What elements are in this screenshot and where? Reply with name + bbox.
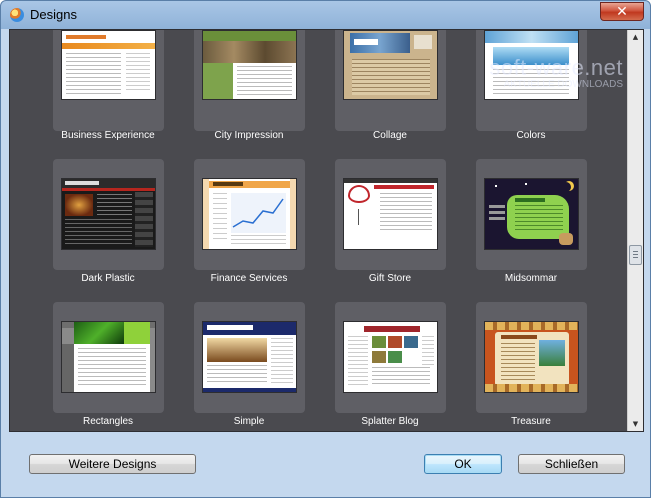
close-window-button[interactable]: ✕ bbox=[600, 2, 644, 21]
scroll-down-arrow-icon[interactable]: ▼ bbox=[628, 417, 643, 431]
design-thumbnail bbox=[62, 179, 155, 249]
design-card-finance-services[interactable] bbox=[194, 159, 305, 270]
scroll-up-arrow-icon[interactable]: ▲ bbox=[628, 30, 643, 44]
design-thumbnail bbox=[344, 31, 437, 99]
designs-dialog: Designs ✕ Business Experience City Impre… bbox=[0, 0, 651, 498]
design-thumbnail bbox=[485, 322, 578, 392]
design-label: Midsommar bbox=[504, 273, 558, 284]
design-label: Colors bbox=[516, 130, 546, 141]
design-label: City Impression bbox=[214, 130, 284, 141]
scroll-thumb[interactable] bbox=[629, 245, 642, 265]
design-thumbnail bbox=[62, 322, 155, 392]
design-label: Finance Services bbox=[210, 273, 288, 284]
design-thumbnail bbox=[203, 31, 296, 99]
design-thumbnail bbox=[485, 31, 578, 99]
design-card-gift-store[interactable] bbox=[335, 159, 446, 270]
window-title: Designs bbox=[30, 7, 77, 22]
design-card-city-impression[interactable] bbox=[194, 30, 305, 131]
design-thumbnail bbox=[62, 31, 155, 99]
design-gallery: Business Experience City Impression Coll… bbox=[9, 29, 644, 432]
design-card-treasure[interactable] bbox=[476, 302, 587, 413]
design-thumbnail bbox=[344, 179, 437, 249]
finance-chart-graphic bbox=[231, 193, 286, 233]
design-card-midsommar[interactable] bbox=[476, 159, 587, 270]
design-card-collage[interactable] bbox=[335, 30, 446, 131]
design-label: Splatter Blog bbox=[361, 416, 419, 427]
design-card-colors[interactable] bbox=[476, 30, 587, 131]
design-label: Gift Store bbox=[368, 273, 412, 284]
app-icon bbox=[10, 8, 24, 22]
design-card-rectangles[interactable] bbox=[53, 302, 164, 413]
design-label: Business Experience bbox=[61, 130, 155, 141]
more-designs-button[interactable]: Weitere Designs bbox=[29, 454, 196, 474]
vertical-scrollbar[interactable]: ▲ ▼ bbox=[627, 30, 643, 431]
design-card-dark-plastic[interactable] bbox=[53, 159, 164, 270]
design-label: Treasure bbox=[511, 416, 551, 427]
design-label: Dark Plastic bbox=[81, 273, 135, 284]
close-button[interactable]: Schließen bbox=[518, 454, 625, 474]
design-card-business-experience[interactable] bbox=[53, 30, 164, 131]
design-label: Simple bbox=[233, 416, 265, 427]
design-thumbnail bbox=[485, 179, 578, 249]
design-card-splatter-blog[interactable] bbox=[335, 302, 446, 413]
design-thumbnail bbox=[203, 179, 296, 249]
title-bar[interactable]: Designs ✕ bbox=[1, 1, 650, 29]
design-card-simple[interactable] bbox=[194, 302, 305, 413]
design-label: Collage bbox=[373, 130, 407, 141]
design-thumbnail bbox=[203, 322, 296, 392]
ok-button[interactable]: OK bbox=[424, 454, 502, 474]
design-label: Rectangles bbox=[82, 416, 134, 427]
design-thumbnail bbox=[344, 322, 437, 392]
